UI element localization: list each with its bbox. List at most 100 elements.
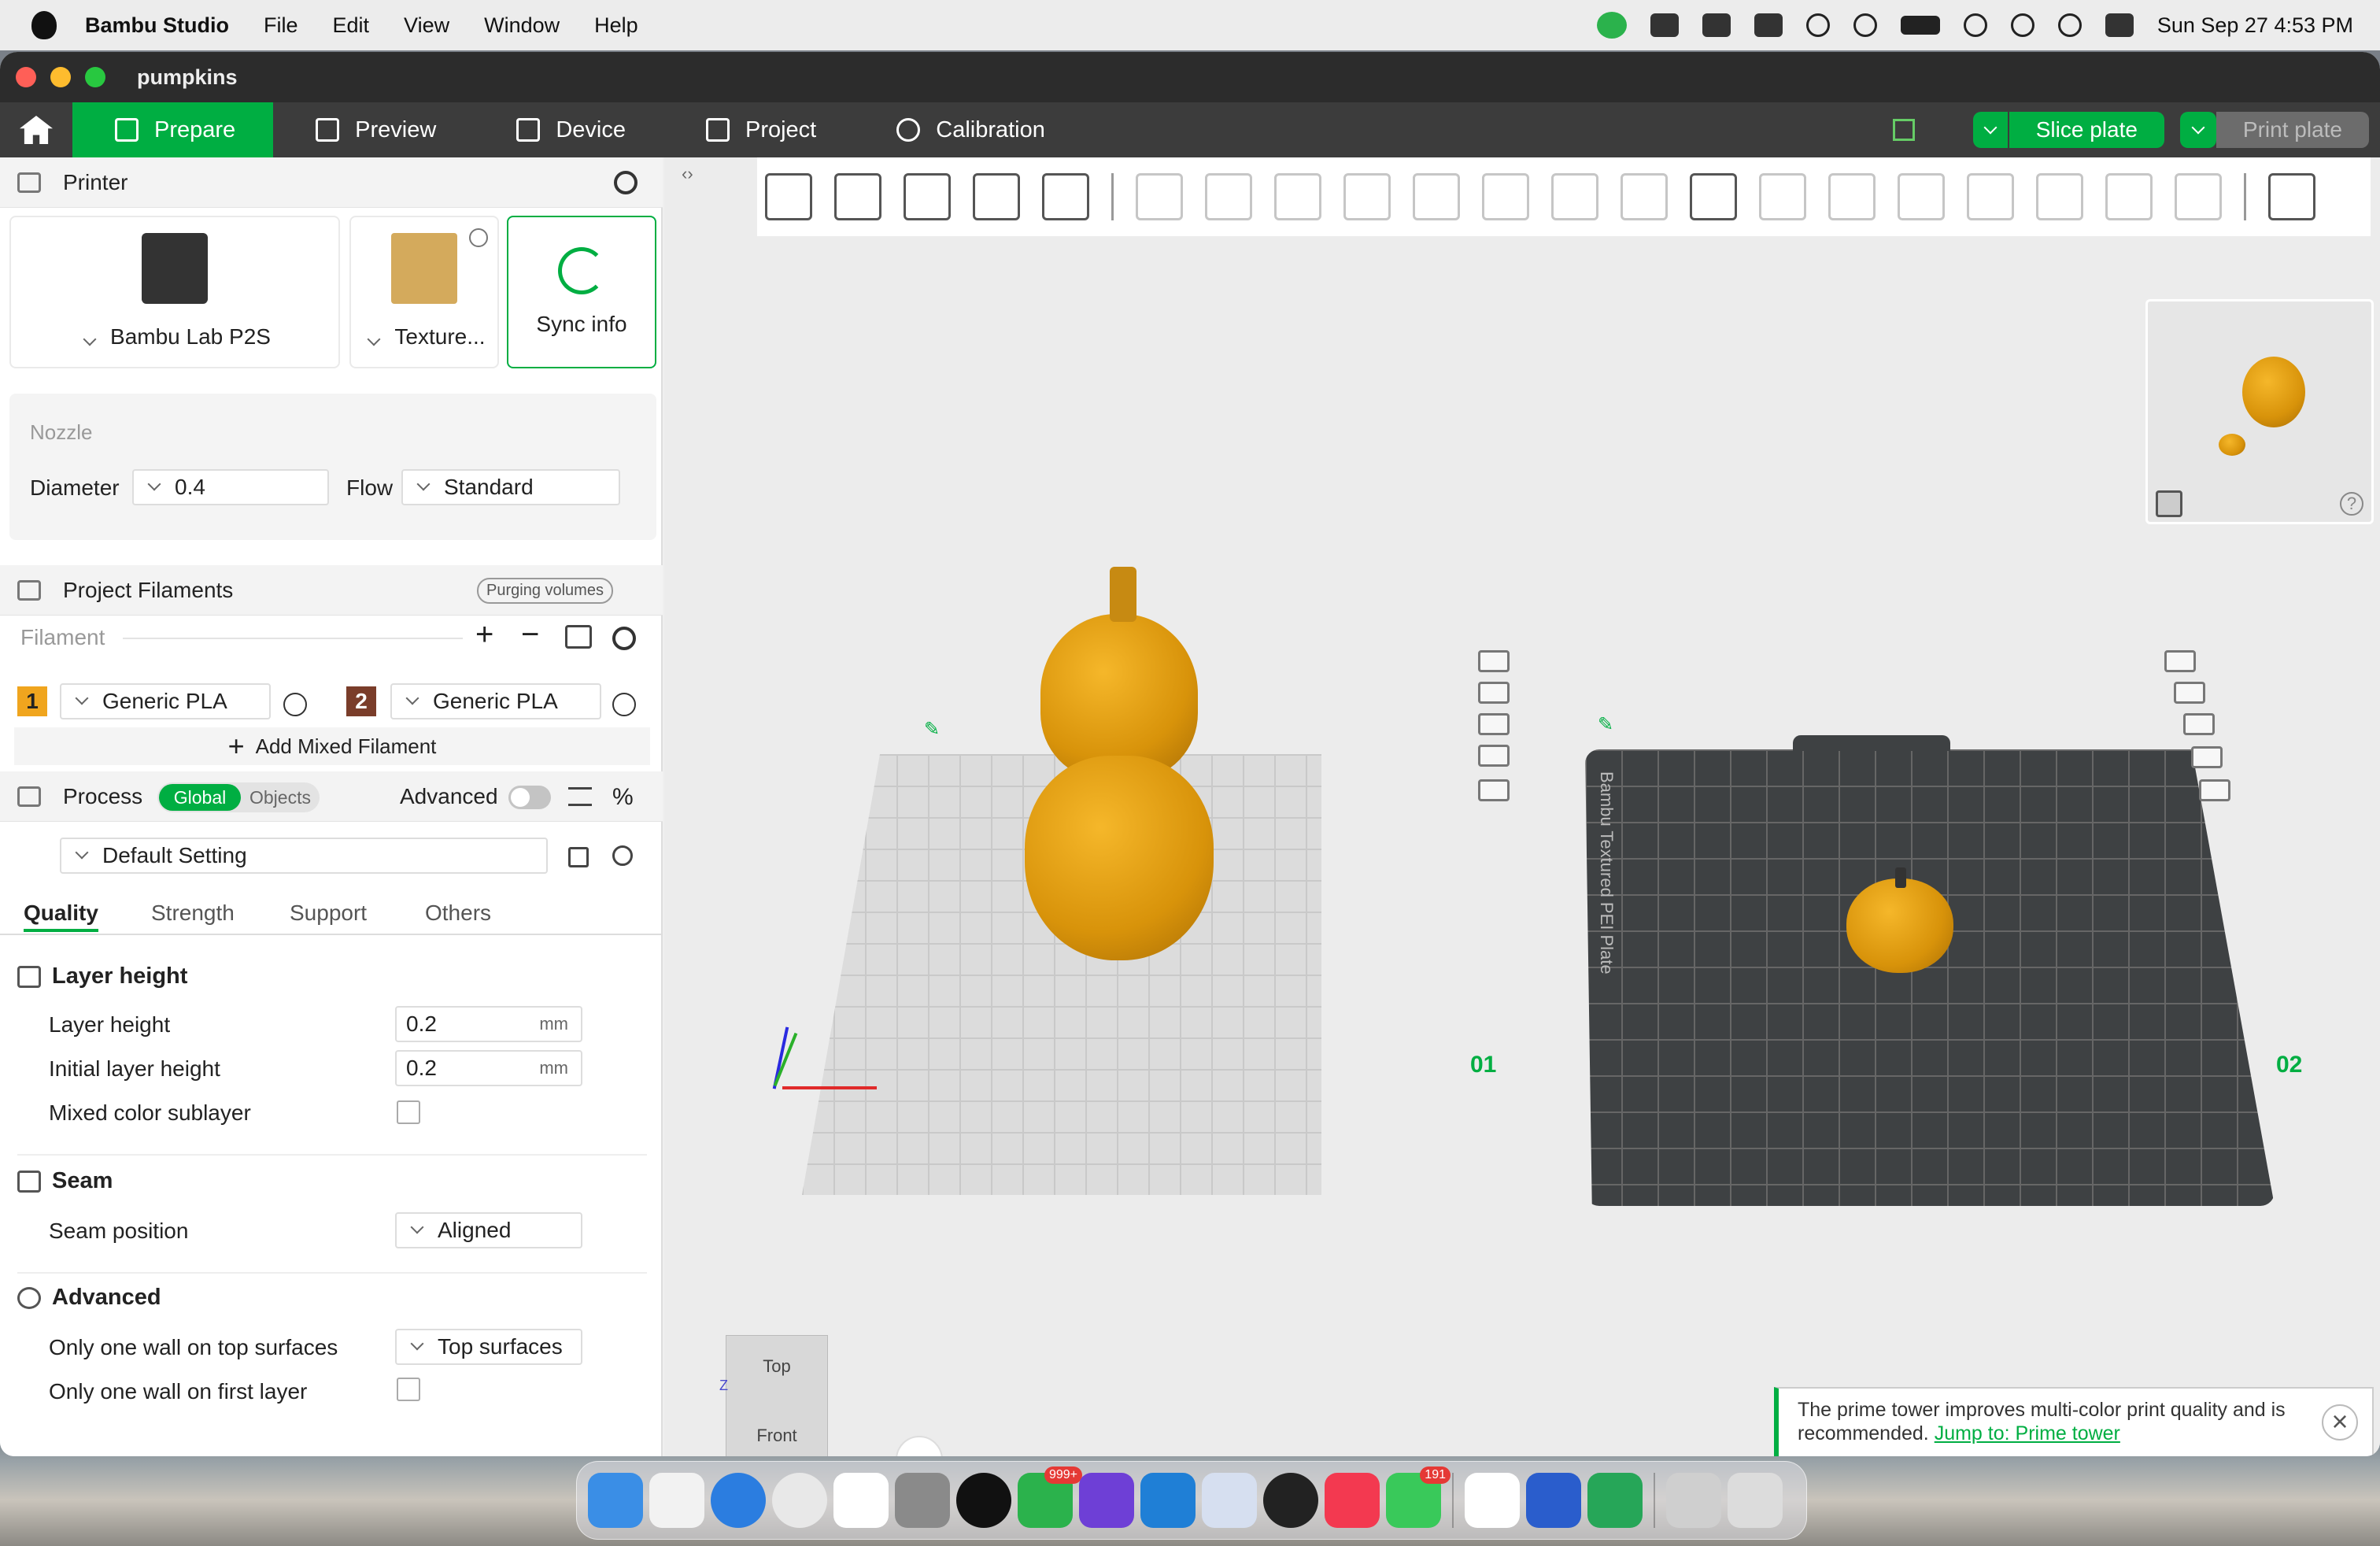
mixed-color-sublayer-checkbox[interactable] [397,1100,420,1124]
menu-edit[interactable]: Edit [333,13,370,38]
finder-icon[interactable] [588,1473,643,1528]
menu-file[interactable]: File [264,13,298,38]
color-paint-icon[interactable] [1621,173,1668,220]
launchpad-icon[interactable] [649,1473,704,1528]
measure-icon[interactable] [1898,173,1945,220]
assembly-icon[interactable] [1828,173,1876,220]
menubar-clock[interactable]: Sun Sep 27 4:53 PM [2157,13,2353,38]
simulator-icon[interactable] [1202,1473,1257,1528]
view-cube-top[interactable]: Top [726,1356,827,1377]
3d-viewport[interactable]: ‹› ? ✎ 01 Bambu Textured PEI Plate ✎ 02 … [664,157,2380,1456]
text-icon[interactable] [1690,173,1737,220]
plate-preview-thumbnail[interactable]: ? [2145,299,2374,524]
subtab-quality[interactable]: Quality [24,901,98,932]
layout-toggle-icon[interactable] [1892,119,1915,141]
printer-selector[interactable]: Bambu Lab P2S [9,216,340,368]
print-plate-button[interactable]: Print plate [2216,112,2369,148]
sync-info-button[interactable]: Sync info [507,216,656,368]
objects-toggle[interactable]: Objects [242,784,318,811]
prime-tower-link[interactable]: Jump to: Prime tower [1935,1422,2120,1444]
spotify-icon[interactable] [956,1473,1011,1528]
seam-position-select[interactable]: Aligned [395,1212,582,1248]
subtab-support[interactable]: Support [290,901,367,926]
filament-1-more-icon[interactable] [283,693,307,716]
moon-icon[interactable] [1805,13,1830,37]
plate-type-selector[interactable]: Texture... [349,216,499,368]
slack-icon[interactable] [1465,1473,1520,1528]
view-cube-front[interactable]: Front [726,1426,827,1446]
print-dropdown-button[interactable] [2179,112,2216,148]
initial-layer-height-input[interactable]: 0.2 mm [395,1050,582,1086]
search-preset-icon[interactable] [612,845,633,866]
arrange-icon[interactable] [973,173,1020,220]
support-paint-icon[interactable] [1551,173,1598,220]
seam-paint-icon[interactable] [2036,173,2083,220]
bambu-handy-icon[interactable] [1526,1473,1581,1528]
plate-1-close-icon[interactable] [1478,650,1510,672]
github-desktop-icon[interactable] [1079,1473,1134,1528]
purging-volumes-button[interactable]: Purging volumes [477,578,613,604]
filament-1-badge[interactable]: 1 [17,686,47,716]
line-app-icon[interactable]: 999+ [1018,1466,1082,1528]
pumpkin-tall-body[interactable] [1025,756,1214,960]
photos-icon[interactable] [833,1473,889,1528]
auto-orient-icon[interactable] [904,173,951,220]
menu-window[interactable]: Window [484,13,560,38]
plate-1-arrange-icon[interactable] [1478,713,1510,735]
filament-2-select[interactable]: Generic PLA [390,683,601,719]
advanced-switch[interactable] [508,786,551,809]
vscode-icon[interactable] [1140,1473,1196,1528]
pumpkin-round[interactable] [1846,878,1953,973]
plate-2-view-icon[interactable] [2199,779,2230,801]
bambu-studio-icon[interactable] [1587,1473,1643,1528]
control-center-icon[interactable] [2105,13,2134,37]
trash-icon[interactable] [1728,1473,1783,1528]
plate-1-edit-icon[interactable]: ✎ [924,718,940,741]
cloud-icon[interactable] [1702,13,1731,37]
collapse-panel-icon[interactable]: ‹› [682,164,693,184]
save-preset-icon[interactable] [568,847,589,867]
build-plate-2[interactable] [1585,749,2275,1206]
apple-icon[interactable] [31,11,57,39]
info-icon[interactable] [469,228,488,247]
battery-icon[interactable] [1900,16,1940,35]
menu-view[interactable]: View [404,13,449,38]
diameter-select[interactable]: 0.4 [132,469,329,505]
compare-icon[interactable]: % [612,784,634,811]
subtab-strength[interactable]: Strength [151,901,235,926]
flow-select[interactable]: Standard [401,469,620,505]
tab-calibration[interactable]: Calibration [854,102,1083,157]
process-preset-select[interactable]: Default Setting [60,838,548,874]
printer-settings-icon[interactable] [614,171,638,194]
plate-2-orient-icon[interactable] [2174,682,2205,704]
aperture-icon[interactable] [1263,1473,1318,1528]
ruler-icon[interactable] [2175,173,2222,220]
chrome-icon[interactable] [772,1473,827,1528]
filament-settings-icon[interactable] [612,627,636,650]
remove-filament-icon[interactable]: − [521,617,539,653]
filament-1-select[interactable]: Generic PLA [60,683,271,719]
menu-app-name[interactable]: Bambu Studio [85,13,229,38]
view-mode-icon[interactable] [2268,173,2315,220]
add-object-icon[interactable] [765,173,812,220]
slice-dropdown-icon[interactable] [1973,112,2009,148]
input-source-icon[interactable] [1853,13,1877,37]
fuzzy-skin-icon[interactable] [2105,173,2153,220]
close-notice-icon[interactable]: × [2322,1404,2358,1441]
subtab-others[interactable]: Others [425,901,491,926]
tab-prepare[interactable]: Prepare [72,102,274,157]
creative-cloud-icon[interactable] [1650,13,1679,37]
downloads-stack-icon[interactable] [1666,1473,1721,1528]
close-window-button[interactable] [16,67,36,87]
plate-2-arrange-icon[interactable] [2183,713,2215,735]
system-settings-icon[interactable] [895,1473,950,1528]
line-status-icon[interactable] [1596,12,1627,39]
thumbnail-cube-icon[interactable] [2156,490,2182,517]
plate-2-lock-icon[interactable] [2191,746,2223,768]
move-icon[interactable] [1136,173,1183,220]
boolean-icon[interactable] [1482,173,1529,220]
tab-device[interactable]: Device [474,102,663,157]
reset-view-icon[interactable] [896,1436,943,1456]
rotate-icon[interactable] [1205,173,1252,220]
variable-layer-icon[interactable] [1967,173,2014,220]
